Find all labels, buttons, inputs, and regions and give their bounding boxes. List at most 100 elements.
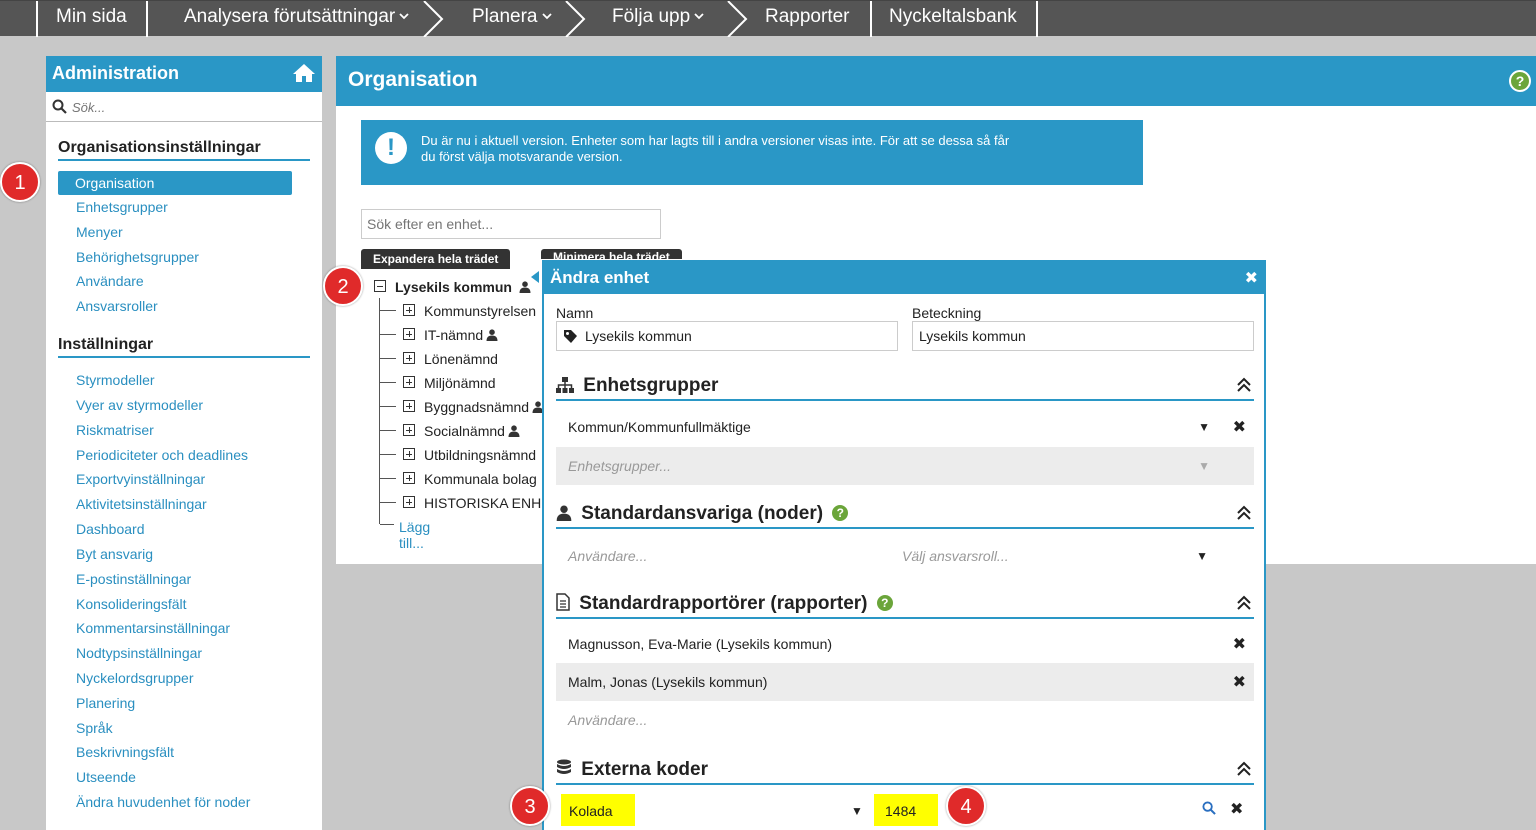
collapse-toggle[interactable] [374, 280, 386, 292]
sidebar-item-nyckelord[interactable]: Nyckelordsgrupper [76, 670, 194, 686]
help-icon[interactable]: ? [1509, 70, 1531, 92]
remove-icon[interactable]: ✖ [1233, 634, 1246, 654]
user-select[interactable]: Användare... [568, 548, 647, 564]
nav-nyckeltalsbank[interactable]: Nyckeltalsbank [889, 1, 1017, 37]
sidebar-item-behorighetsgrupper[interactable]: Behörighetsgrupper [76, 249, 199, 265]
collapse-up-icon[interactable] [1236, 761, 1252, 777]
tree-node[interactable]: Socialnämnd [424, 423, 520, 439]
help-icon[interactable]: ? [876, 595, 893, 611]
sidebar-item-enhetsgrupper[interactable]: Enhetsgrupper [76, 199, 168, 215]
exclamation-icon: ! [375, 132, 407, 164]
expand-toggle[interactable] [403, 352, 415, 364]
tree-node[interactable]: Kommunala bolag [424, 471, 537, 487]
sidebar-item-aktivitet[interactable]: Aktivitetsinställningar [76, 496, 207, 512]
reporter-add-row[interactable]: Användare... [556, 701, 1254, 739]
name-field[interactable]: Lysekils kommun [556, 321, 898, 351]
sidebar-item-epost[interactable]: E-postinställningar [76, 571, 191, 587]
group-row[interactable]: Kommun/Kommunfullmäktige ▼ ✖ [556, 408, 1254, 446]
expand-toggle[interactable] [403, 328, 415, 340]
sidebar-item-styrmodeller[interactable]: Styrmodeller [76, 372, 155, 388]
section-title: Enhetsgrupper [583, 375, 719, 396]
dropdown-arrow-icon[interactable]: ▼ [1198, 420, 1210, 434]
nav-min-sida[interactable]: Min sida [56, 1, 127, 37]
reporter-row: Magnusson, Eva-Marie (Lysekils kommun) ✖ [556, 625, 1254, 663]
close-icon[interactable]: ✖ [1245, 268, 1258, 288]
search-icon[interactable] [1202, 801, 1216, 815]
group-select[interactable]: Enhetsgrupper... ▼ [556, 447, 1254, 485]
sidebar-item-dashboard[interactable]: Dashboard [76, 521, 145, 537]
sidebar-item-kommentar[interactable]: Kommentarsinställningar [76, 620, 230, 636]
tree-node[interactable]: Byggnadsnämnd [424, 399, 544, 415]
dropdown-arrow-icon[interactable]: ▼ [1196, 549, 1208, 563]
dropdown-arrow-icon[interactable]: ▼ [1198, 459, 1210, 473]
expand-toggle[interactable] [403, 472, 415, 484]
expand-toggle[interactable] [403, 424, 415, 436]
nav-folja-upp[interactable]: Följa upp [612, 1, 704, 37]
collapse-up-icon[interactable] [1236, 377, 1252, 393]
collapse-up-icon[interactable] [1236, 595, 1252, 611]
tree-line [380, 358, 396, 359]
remove-icon[interactable]: ✖ [1230, 799, 1243, 819]
tree-node[interactable]: Kommunstyrelsen [424, 303, 536, 319]
nav-label: Min sida [56, 6, 127, 27]
tree-node[interactable]: Lönenämnd [424, 351, 498, 367]
tree-line [380, 478, 396, 479]
designation-value: Lysekils kommun [919, 328, 1026, 344]
tree-node[interactable]: IT-nämnd [424, 327, 498, 343]
minimize-tree-button[interactable]: Minimera hela trädet [541, 249, 682, 259]
person-icon [519, 281, 531, 293]
remove-icon[interactable]: ✖ [1233, 672, 1246, 692]
nav-planera[interactable]: Planera [472, 1, 552, 37]
sidebar-item-byt-ansvarig[interactable]: Byt ansvarig [76, 546, 153, 562]
expand-toggle[interactable] [403, 448, 415, 460]
tree-line [380, 310, 396, 311]
expand-toggle[interactable] [403, 496, 415, 508]
sidebar-item-utseende[interactable]: Utseende [76, 769, 136, 785]
designation-field[interactable]: Lysekils kommun [912, 321, 1254, 351]
sidebar-item-beskrivning[interactable]: Beskrivningsfält [76, 744, 174, 760]
sidebar-title: Administration [52, 63, 180, 83]
sidebar-item-menyer[interactable]: Menyer [76, 224, 123, 240]
sidebar-item-planering[interactable]: Planering [76, 695, 135, 711]
tree-node[interactable]: Utbildningsnämnd [424, 447, 536, 463]
add-unit-link[interactable]: Lägg till... [399, 519, 430, 551]
sidebar-item-ansvarsroller[interactable]: Ansvarsroller [76, 298, 158, 314]
sidebar-search-input[interactable] [72, 96, 302, 118]
search-icon [52, 99, 67, 114]
expand-toggle[interactable] [403, 400, 415, 412]
external-system-select[interactable]: Kolada [561, 794, 635, 826]
nav-label: Nyckeltalsbank [889, 6, 1017, 27]
expand-toggle[interactable] [403, 376, 415, 388]
sidebar-item-riskmatriser[interactable]: Riskmatriser [76, 422, 154, 438]
dropdown-arrow-icon[interactable]: ▼ [851, 804, 863, 818]
sidebar-item-sprak[interactable]: Språk [76, 720, 113, 736]
dialog-pointer-icon [531, 271, 539, 283]
expand-tree-button[interactable]: Expandera hela trädet [361, 249, 511, 269]
remove-icon[interactable]: ✖ [1233, 417, 1246, 437]
sidebar-item-periodiciteter[interactable]: Periodiciteter och deadlines [76, 447, 248, 463]
nav-analysera[interactable]: Analysera förutsättningar [184, 1, 409, 37]
help-icon[interactable]: ? [832, 505, 849, 521]
home-icon[interactable] [292, 63, 316, 83]
role-select[interactable]: Välj ansvarsroll... [902, 548, 1009, 564]
nav-arrow-divider [727, 1, 748, 37]
nav-rapporter[interactable]: Rapporter [765, 1, 850, 37]
tree-node[interactable]: Miljönämnd [424, 375, 496, 391]
collapse-up-icon[interactable] [1236, 505, 1252, 521]
tree-node-label: Lysekils kommun [395, 279, 512, 295]
sidebar-item-anvandare[interactable]: Användare [76, 273, 144, 289]
sidebar-item-konsolidering[interactable]: Konsolideringsfält [76, 596, 187, 612]
sidebar-item-organisation[interactable]: Organisation [58, 171, 292, 195]
sidebar-item-andra-huvudenhet[interactable]: Ändra huvudenhet för noder [76, 794, 250, 810]
reporter-name: Magnusson, Eva-Marie (Lysekils kommun) [568, 636, 833, 652]
tree-node[interactable]: HISTORISKA ENH [424, 495, 541, 511]
sidebar-item-vyer[interactable]: Vyer av styrmodeller [76, 397, 203, 413]
sidebar-item-exportvy[interactable]: Exportvyinställningar [76, 471, 205, 487]
external-code-field[interactable]: 1484 [874, 794, 938, 826]
unit-search-input[interactable] [361, 209, 661, 239]
sidebar-search [46, 92, 322, 122]
expand-toggle[interactable] [403, 304, 415, 316]
sidebar-item-nodtyp[interactable]: Nodtypsinställningar [76, 645, 202, 661]
top-navigation: Min sida Analysera förutsättningar Plane… [0, 0, 1536, 37]
tree-root-node[interactable]: Lysekils kommun [395, 279, 531, 295]
